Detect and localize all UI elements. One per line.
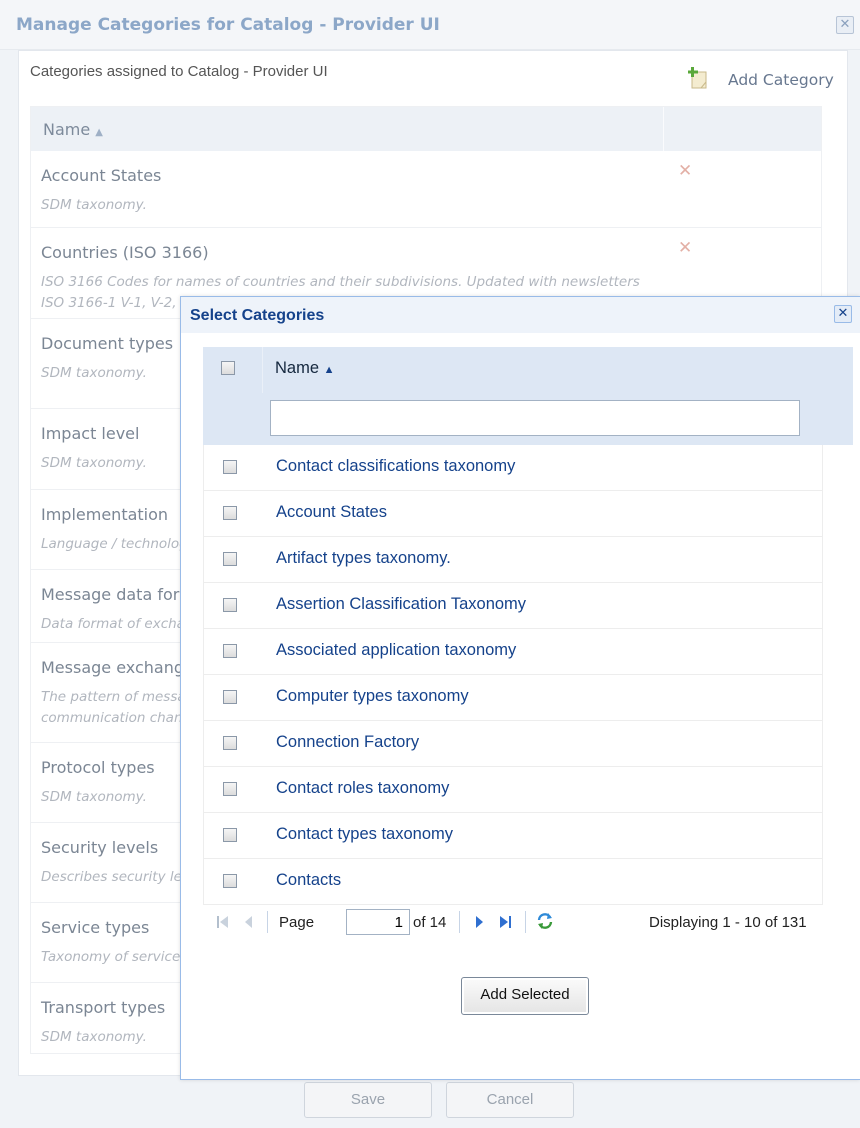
checkbox-cell [204, 813, 264, 858]
dialog-title: Select Categories [190, 307, 325, 324]
toolbar-separator [459, 911, 460, 933]
refresh-icon[interactable] [535, 911, 555, 931]
row-checkbox[interactable] [223, 598, 237, 612]
select-all-cell [203, 347, 263, 393]
delete-icon[interactable]: ✕ [678, 161, 692, 181]
category-name: Account States [41, 166, 162, 185]
column-divider [663, 107, 664, 151]
row-checkbox[interactable] [223, 736, 237, 750]
row-checkbox[interactable] [223, 828, 237, 842]
category-description-line2: communication channel [41, 710, 204, 726]
checkbox-cell [204, 721, 264, 766]
checkbox-cell [204, 537, 264, 582]
add-category-label: Add Category [728, 71, 834, 89]
category-name: Security levels [41, 838, 159, 857]
category-name: Protocol types [41, 758, 155, 777]
category-name: Contacts [276, 871, 342, 889]
sort-asc-icon: ▲ [323, 364, 335, 376]
column-header-name[interactable]: Name ▲ [43, 120, 103, 139]
page-label: Page [279, 914, 315, 931]
close-icon[interactable]: ✕ [836, 16, 854, 34]
row-checkbox[interactable] [223, 644, 237, 658]
sort-asc-icon: ▲ [95, 127, 103, 138]
list-item[interactable]: Computer types taxonomy [203, 675, 823, 721]
category-name: Computer types taxonomy [276, 687, 469, 705]
category-name: Account States [276, 503, 387, 521]
checkbox-cell [204, 859, 264, 904]
dialog-grid-header: Name ▲ [203, 347, 853, 445]
row-checkbox[interactable] [223, 506, 237, 520]
paging-toolbar: Page of 14 Displaying 1 - 10 of 131 [203, 905, 853, 941]
checkbox-cell [204, 583, 264, 628]
delete-icon[interactable]: ✕ [678, 238, 692, 258]
last-page-icon[interactable] [497, 913, 513, 931]
dialog-header-row: Name ▲ [203, 347, 823, 393]
name-filter-input[interactable] [270, 400, 800, 436]
category-description: SDM taxonomy. [41, 365, 147, 381]
list-item[interactable]: Account States [203, 491, 823, 537]
assigned-grid-header[interactable]: Name ▲ [31, 107, 821, 151]
toolbar-separator [267, 911, 268, 933]
row-checkbox[interactable] [223, 782, 237, 796]
list-item[interactable]: Contacts [203, 859, 823, 905]
toolbar-separator [525, 911, 526, 933]
category-description: SDM taxonomy. [41, 455, 147, 471]
page-number-input[interactable] [346, 909, 410, 935]
list-item[interactable]: Connection Factory [203, 721, 823, 767]
category-description: Language / technology [41, 536, 196, 552]
next-page-icon[interactable] [471, 913, 487, 931]
category-description: SDM taxonomy. [41, 1029, 147, 1045]
window-title: Manage Categories for Catalog - Provider… [16, 15, 440, 35]
category-name: Impact level [41, 424, 140, 443]
category-name: Artifact types taxonomy. [276, 549, 451, 567]
row-checkbox[interactable] [223, 874, 237, 888]
category-name: Contact classifications taxonomy [276, 457, 516, 475]
checkbox-cell [204, 629, 264, 674]
category-name: Service types [41, 918, 150, 937]
category-name: Assertion Classification Taxonomy [276, 595, 527, 613]
save-button[interactable]: Save [304, 1082, 432, 1118]
select-all-checkbox[interactable] [221, 361, 235, 375]
table-row[interactable]: Account States SDM taxonomy. ✕ [31, 151, 821, 228]
checkbox-cell [204, 445, 264, 490]
category-name: Connection Factory [276, 733, 420, 751]
checkbox-cell [204, 767, 264, 812]
row-checkbox[interactable] [223, 552, 237, 566]
row-checkbox[interactable] [223, 460, 237, 474]
assigned-categories-label: Categories assigned to Catalog - Provide… [30, 63, 328, 80]
category-name: Countries (ISO 3166) [41, 243, 209, 262]
list-item[interactable]: Associated application taxonomy [203, 629, 823, 675]
dialog-close-icon[interactable]: ✕ [834, 305, 852, 323]
checkbox-cell [204, 491, 264, 536]
category-name: Contact roles taxonomy [276, 779, 450, 797]
list-item[interactable]: Contact roles taxonomy [203, 767, 823, 813]
add-page-icon [688, 67, 707, 89]
category-description: SDM taxonomy. [41, 197, 147, 213]
dialog-titlebar: Select Categories ✕ [181, 297, 860, 333]
previous-page-icon[interactable] [241, 913, 257, 931]
category-name: Document types [41, 334, 174, 353]
category-description: ISO 3166 Codes for names of countries an… [41, 274, 640, 290]
list-item[interactable]: Assertion Classification Taxonomy [203, 583, 823, 629]
list-item[interactable]: Contact types taxonomy [203, 813, 823, 859]
list-item[interactable]: Contact classifications taxonomy [203, 445, 823, 491]
add-selected-button[interactable]: Add Selected [461, 977, 589, 1015]
row-checkbox[interactable] [223, 690, 237, 704]
category-name: Associated application taxonomy [276, 641, 517, 659]
category-description: SDM taxonomy. [41, 789, 147, 805]
page-count-label: of 14 [413, 914, 447, 931]
list-item[interactable]: Artifact types taxonomy. [203, 537, 823, 583]
category-name: Contact types taxonomy [276, 825, 454, 843]
first-page-icon[interactable] [215, 913, 231, 931]
dialog-column-header-name[interactable]: Name ▲ [275, 359, 335, 378]
cancel-button[interactable]: Cancel [446, 1082, 574, 1118]
select-categories-dialog: Select Categories ✕ Name ▲ Contact class… [180, 296, 860, 1080]
select-categories-grid: Name ▲ Contact classifications taxonomy A… [203, 347, 853, 907]
category-name: Transport types [41, 998, 166, 1017]
displaying-info: Displaying 1 - 10 of 131 [649, 914, 807, 931]
checkbox-cell [204, 675, 264, 720]
manage-categories-titlebar: Manage Categories for Catalog - Provider… [0, 0, 860, 50]
category-name: Implementation [41, 505, 169, 524]
